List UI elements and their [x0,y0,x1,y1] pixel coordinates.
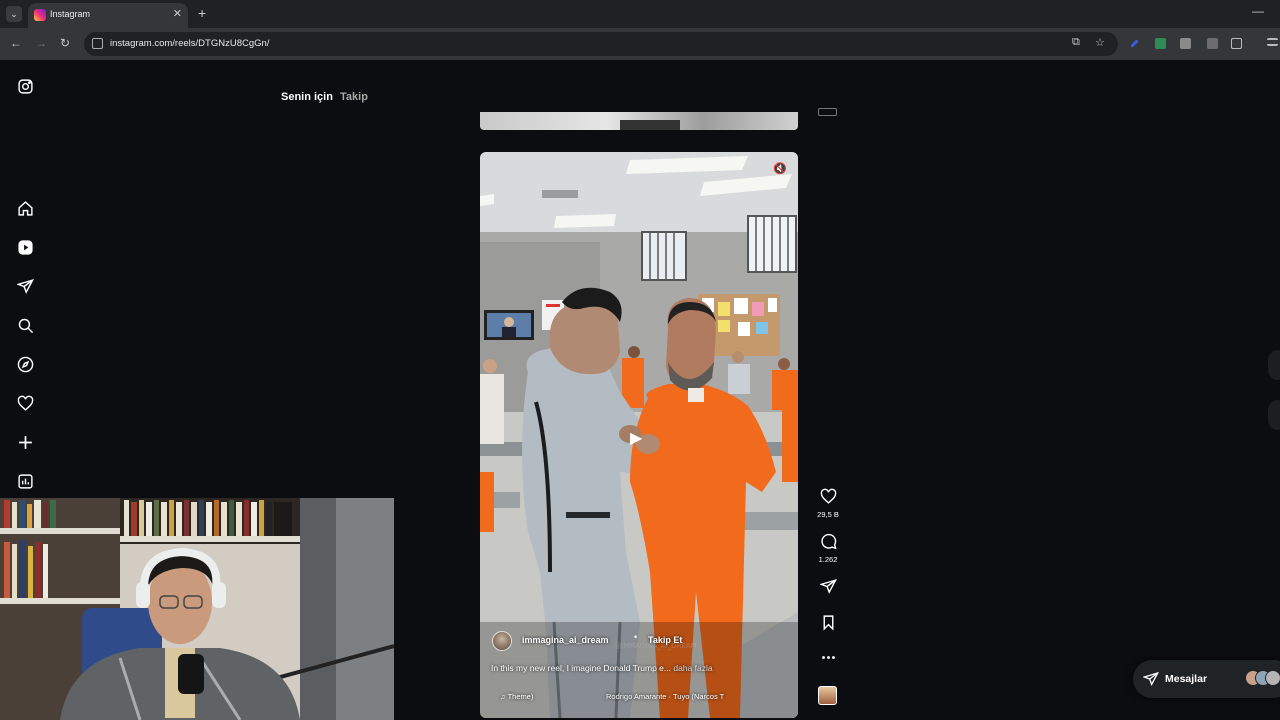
comment-action[interactable]: 1.262 [814,533,842,564]
dashboard-icon[interactable] [16,472,34,490]
instagram-logo-icon[interactable] [16,77,34,95]
off-extension-icon[interactable] [1207,38,1218,49]
browser-toolbar: ← → ↻ instagram.com/reels/DTGNzU8CgGn/ ⧉… [0,28,1280,60]
messages-label: Mesajlar [1165,673,1208,685]
follow-button[interactable]: Takip Et [648,635,682,645]
previous-reel-audio-thumb[interactable] [818,108,837,116]
url-text[interactable]: instagram.com/reels/DTGNzU8CgGn/ [110,38,269,49]
previous-reel[interactable] [480,112,798,130]
like-action[interactable]: 29,5 B [814,488,842,519]
back-arrow-icon[interactable]: ← [10,36,22,50]
reel-caption[interactable]: In this my new reel, I imagine Donald Tr… [491,663,713,673]
reel-caption-text: In this my new reel, I imagine Donald Tr… [491,663,671,673]
site-info-icon[interactable] [92,38,103,49]
webcam-overlay [0,498,394,720]
create-plus-icon[interactable] [16,433,34,451]
reel-audio-label[interactable]: ♫ Theme) [500,692,533,701]
home-icon[interactable] [16,199,34,217]
reading-list-icon[interactable] [1267,38,1278,46]
search-icon[interactable] [16,316,34,334]
play-icon[interactable]: ▶ [630,428,642,448]
instagram-favicon-icon [34,9,46,21]
reel-video[interactable]: @IMMAGINA_AI_DREAM 🔇 ▶ immagina_ai_dream… [480,152,798,718]
audio-thumbnail[interactable] [818,686,837,705]
reel-author-username[interactable]: immagina_ai_dream [522,635,609,645]
reload-icon[interactable]: ↻ [60,36,70,50]
avatar [1265,670,1280,686]
music-note-icon: ♫ [500,692,508,701]
separator-dot: • [634,632,638,642]
tab-title: Instagram [50,9,91,19]
save-action[interactable] [814,614,842,636]
direct-send-icon [1143,671,1159,686]
webcam-image [0,498,394,720]
bookmark-star-icon[interactable]: ☆ [1095,36,1105,49]
tab-search-dropdown-icon[interactable]: ⌄ [6,6,22,22]
pen-extension-icon[interactable] [1130,39,1139,48]
tab-for-you[interactable]: Senin için [281,91,333,103]
tab-close-icon[interactable]: ✕ [173,7,182,20]
address-bar[interactable]: instagram.com/reels/DTGNzU8CgGn/ ⧉ ☆ [84,32,1118,56]
explore-compass-icon[interactable] [16,355,34,373]
comment-icon[interactable] [820,533,837,550]
tab-following[interactable]: Takip [340,91,368,103]
messages-button[interactable]: Mesajlar [1133,660,1280,698]
heart-icon[interactable] [820,488,837,505]
message-avatars [1245,670,1280,686]
rss-extension-icon[interactable] [1180,38,1191,49]
comment-count: 1.262 [818,555,838,564]
feed-tabs: Senin için Takip [281,91,368,103]
share-action[interactable] [814,578,842,600]
caption-more-link[interactable]: daha fazla [671,663,712,673]
more-options-action[interactable] [814,649,842,671]
mute-icon[interactable]: 🔇 [773,162,787,175]
browser-tab-strip: ⌄ Instagram ✕ + — [0,0,1280,28]
browser-tab[interactable]: Instagram ✕ [28,3,188,28]
install-app-icon[interactable]: ⧉ [1072,36,1080,49]
like-count: 29,5 B [817,510,839,519]
share-icon[interactable] [818,578,837,595]
reels-icon[interactable] [16,238,34,256]
bookmark-icon[interactable] [820,614,837,631]
reel-music-credit[interactable]: Rodrigo Amarante · Tuyo (Narcos T [606,692,724,701]
window-minimize-icon[interactable]: — [1252,4,1264,18]
sheets-extension-icon[interactable] [1155,38,1166,49]
forward-arrow-icon[interactable]: → [35,36,47,50]
new-tab-plus-icon[interactable]: + [198,5,206,21]
reel-audio-text: Theme) [507,692,534,701]
heart-icon[interactable] [16,394,34,412]
scroll-down-control[interactable] [1268,400,1280,430]
direct-send-icon[interactable] [16,277,34,295]
extensions-puzzle-icon[interactable] [1231,38,1242,49]
scroll-up-control[interactable] [1268,350,1280,380]
previous-reel-strip [620,120,680,130]
more-icon[interactable] [820,649,837,666]
reel-author-avatar[interactable] [492,631,512,651]
